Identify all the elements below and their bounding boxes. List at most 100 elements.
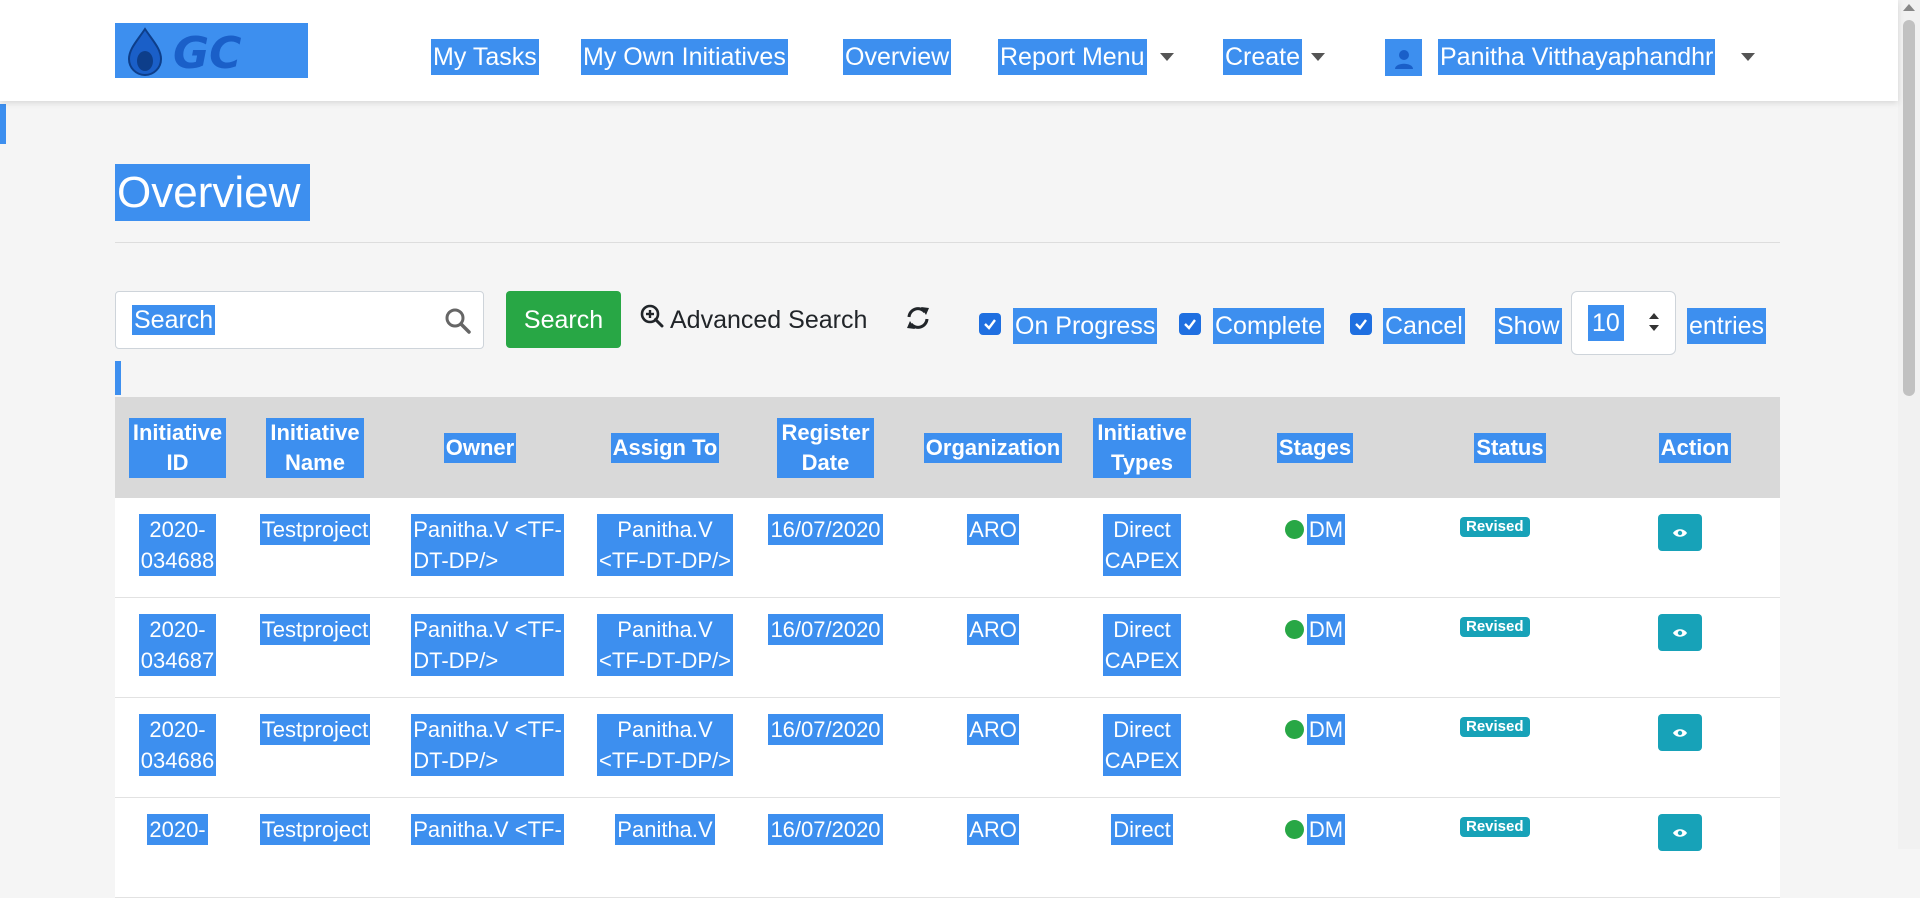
- col-initiative-name[interactable]: Initiative Name: [250, 397, 380, 498]
- col-status[interactable]: Status: [1460, 397, 1560, 498]
- refresh-icon[interactable]: [904, 304, 932, 337]
- filter-on-progress-checkbox[interactable]: [979, 313, 1001, 335]
- status-badge: Revised: [1460, 817, 1530, 837]
- gc-logo-icon: GC: [127, 27, 241, 78]
- nav-report-menu[interactable]: Report Menu: [998, 39, 1147, 75]
- gc-logo[interactable]: GC: [115, 23, 308, 78]
- stage-status-dot: [1284, 820, 1304, 839]
- col-assign-to[interactable]: Assign To: [590, 397, 740, 498]
- eye-icon: [1673, 828, 1687, 837]
- cell-initiative-name[interactable]: Testproject: [250, 514, 380, 545]
- cell-stage: DM: [1265, 514, 1365, 545]
- scroll-up-arrow-icon[interactable]: [1903, 4, 1915, 11]
- filter-cancel-checkbox[interactable]: [1350, 313, 1372, 335]
- filter-cancel-label[interactable]: Cancel: [1383, 308, 1465, 344]
- cell-register-date: 16/07/2020: [763, 614, 888, 645]
- svg-text:GC: GC: [173, 28, 241, 78]
- cell-initiative-types: Direct CAPEX: [1077, 514, 1207, 576]
- cell-register-date: 16/07/2020: [763, 514, 888, 545]
- entries-label: entries: [1687, 308, 1767, 344]
- stage-status-dot: [1284, 620, 1304, 639]
- cell-organization: ARO: [908, 514, 1078, 545]
- scroll-thumb[interactable]: [1903, 20, 1915, 396]
- cell-stage: DM: [1265, 614, 1365, 645]
- report-menu-caret-icon[interactable]: [1160, 53, 1174, 61]
- view-button[interactable]: [1658, 814, 1702, 851]
- nav-overview[interactable]: Overview: [843, 39, 952, 75]
- cell-initiative-id[interactable]: 2020- 034686: [115, 714, 240, 776]
- advanced-search-label: Advanced Search: [670, 306, 868, 334]
- col-owner[interactable]: Owner: [405, 397, 555, 498]
- user-avatar-icon[interactable]: [1385, 39, 1422, 76]
- cell-owner: Panitha.V <TF- DT-DP/>: [405, 714, 570, 776]
- table-row[interactable]: 2020- 034687 Testproject Panitha.V <TF- DT…: [115, 598, 1780, 698]
- cell-owner: Panitha.V <TF- DT-DP/>: [405, 614, 570, 676]
- cell-stage: DM: [1265, 814, 1365, 845]
- filter-on-progress-label[interactable]: On Progress: [1013, 308, 1158, 344]
- page-scrollbar[interactable]: [1898, 0, 1920, 849]
- table-header: Initiative ID Initiative Name Owner Assign…: [115, 397, 1780, 498]
- user-menu-caret-icon[interactable]: [1741, 53, 1755, 61]
- title-divider: [115, 242, 1780, 243]
- create-caret-icon[interactable]: [1311, 53, 1325, 61]
- nav-my-tasks[interactable]: My Tasks: [431, 39, 539, 75]
- col-initiative-types[interactable]: Initiative Types: [1077, 397, 1207, 498]
- cell-organization: ARO: [908, 814, 1078, 845]
- nav-create[interactable]: Create: [1223, 39, 1303, 75]
- cell-assign-to: Panitha.V <TF-DT-DP/>: [590, 614, 740, 676]
- entries-value: 10: [1588, 305, 1624, 341]
- cell-assign-to: Panitha.V <TF-DT-DP/>: [590, 714, 740, 776]
- table-row[interactable]: 2020- 034686 Testproject Panitha.V <TF- DT…: [115, 698, 1780, 798]
- col-initiative-id[interactable]: Initiative ID: [115, 397, 240, 498]
- view-button[interactable]: [1658, 714, 1702, 751]
- nav-my-own-initiatives[interactable]: My Own Initiatives: [581, 39, 788, 75]
- entries-select[interactable]: 10: [1571, 291, 1676, 355]
- cell-register-date: 16/07/2020: [763, 814, 888, 845]
- nav-user-name[interactable]: Panitha Vitthayaphandhr: [1438, 39, 1716, 75]
- view-button[interactable]: [1658, 614, 1702, 651]
- top-navbar: GC My Tasks My Own Initiatives Overview …: [0, 0, 1898, 101]
- select-arrows-icon: [1647, 311, 1661, 338]
- eye-icon: [1673, 728, 1687, 737]
- cell-owner: Panitha.V <TF-: [405, 814, 570, 845]
- filter-complete-checkbox[interactable]: [1179, 313, 1201, 335]
- table-row[interactable]: 2020- 034688 Testproject Panitha.V <TF- DT…: [115, 498, 1780, 598]
- zoom-in-icon: [640, 302, 664, 338]
- status-badge: Revised: [1460, 617, 1530, 637]
- page-title: Overview: [115, 164, 311, 221]
- cell-initiative-name[interactable]: Testproject: [250, 614, 380, 645]
- cell-register-date: 16/07/2020: [763, 714, 888, 745]
- cell-initiative-types: Direct: [1077, 814, 1207, 845]
- view-button[interactable]: [1658, 514, 1702, 551]
- cell-initiative-id[interactable]: 2020- 034687: [115, 614, 240, 676]
- selection-marker: [0, 104, 6, 144]
- cell-organization: ARO: [908, 714, 1078, 745]
- table-row[interactable]: 2020- Testproject Panitha.V <TF- Panitha…: [115, 798, 1780, 898]
- filter-complete-label[interactable]: Complete: [1213, 308, 1324, 344]
- cell-assign-to: Panitha.V: [590, 814, 740, 845]
- search-placeholder: Search: [132, 305, 216, 335]
- show-label: Show: [1495, 308, 1562, 344]
- cell-initiative-types: Direct CAPEX: [1077, 614, 1207, 676]
- status-badge: Revised: [1460, 517, 1530, 537]
- cell-initiative-types: Direct CAPEX: [1077, 714, 1207, 776]
- col-organization[interactable]: Organization: [908, 397, 1078, 498]
- status-badge: Revised: [1460, 717, 1530, 737]
- search-icon[interactable]: [445, 308, 471, 339]
- cell-initiative-name[interactable]: Testproject: [250, 714, 380, 745]
- cell-assign-to: Panitha.V <TF-DT-DP/>: [590, 514, 740, 576]
- search-input[interactable]: Search: [115, 291, 484, 349]
- col-action: Action: [1645, 397, 1745, 498]
- cell-organization: ARO: [908, 614, 1078, 645]
- col-stages[interactable]: Stages: [1265, 397, 1365, 498]
- cell-initiative-id[interactable]: 2020-: [115, 814, 240, 845]
- cell-initiative-id[interactable]: 2020- 034688: [115, 514, 240, 576]
- col-register-date[interactable]: Register Date: [763, 397, 888, 498]
- cell-stage: DM: [1265, 714, 1365, 745]
- advanced-search-link[interactable]: Advanced Search: [640, 302, 867, 338]
- selection-marker: [115, 361, 121, 395]
- stage-status-dot: [1284, 520, 1304, 539]
- search-button[interactable]: Search: [506, 291, 621, 348]
- stage-status-dot: [1284, 720, 1304, 739]
- cell-initiative-name[interactable]: Testproject: [250, 814, 380, 845]
